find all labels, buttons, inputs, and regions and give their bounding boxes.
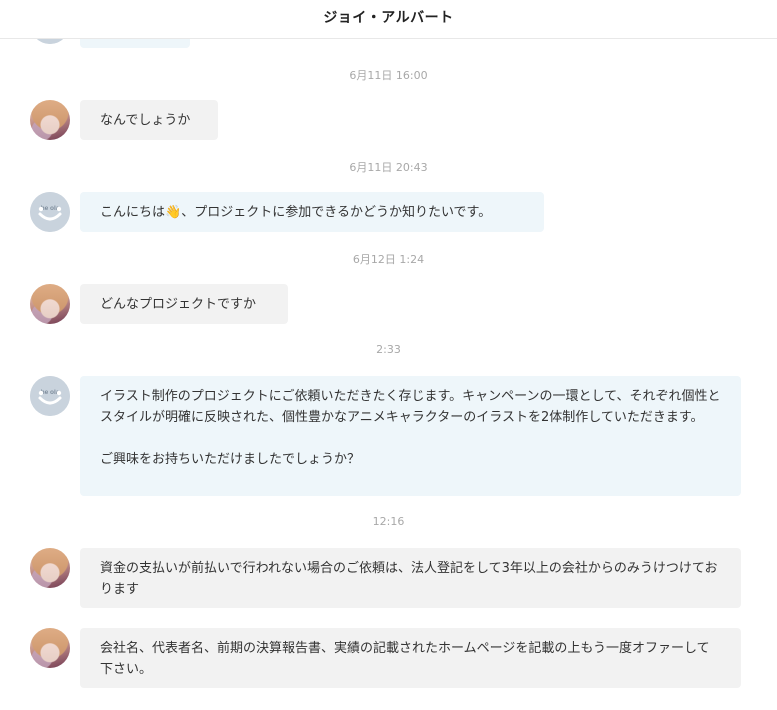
chat-header: ジョイ・アルバート: [0, 0, 777, 39]
message-bubble: どんなプロジェクトですか: [80, 284, 288, 324]
message-bubble: イラスト制作のプロジェクトにご依頼いただきたく存じます。キャンペーンの一環として…: [80, 376, 741, 496]
chat-thread: 6月11日 16:00 なんでしょうか 6月11日 20:43 he ola こ…: [0, 0, 777, 710]
timestamp: 12:16: [372, 515, 405, 528]
timestamp: 6月12日 1:24: [352, 253, 425, 266]
message-text: こんにちは: [100, 205, 166, 220]
message-bubble: 会社名、代表者名、前期の決算報告書、実績の記載されたホームページを記載の上もう一…: [80, 628, 741, 688]
avatar-user[interactable]: [30, 284, 70, 324]
avatar-contact[interactable]: he ola: [30, 192, 70, 232]
waving-hand-icon: 👋: [165, 205, 182, 220]
avatar-contact[interactable]: he ola: [30, 376, 70, 416]
timestamp: 6月11日 16:00: [349, 69, 428, 82]
avatar-user[interactable]: [30, 100, 70, 140]
logo-icon: he ola: [30, 192, 70, 232]
chat-title: ジョイ・アルバート: [323, 10, 454, 26]
avatar-user[interactable]: [30, 628, 70, 668]
message-bubble: なんでしょうか: [80, 100, 218, 140]
logo-icon: he ola: [30, 376, 70, 416]
timestamp: 6月11日 20:43: [349, 161, 428, 174]
message-bubble: こんにちは👋、プロジェクトに参加できるかどうか知りたいです。: [80, 192, 544, 232]
message-text: 、プロジェクトに参加できるかどうか知りたいです。: [181, 205, 492, 220]
message-bubble: 資金の支払いが前払いで行われない場合のご依頼は、法人登記をして3年以上の会社から…: [80, 548, 741, 608]
timestamp: 2:33: [376, 343, 401, 356]
avatar-user[interactable]: [30, 548, 70, 588]
